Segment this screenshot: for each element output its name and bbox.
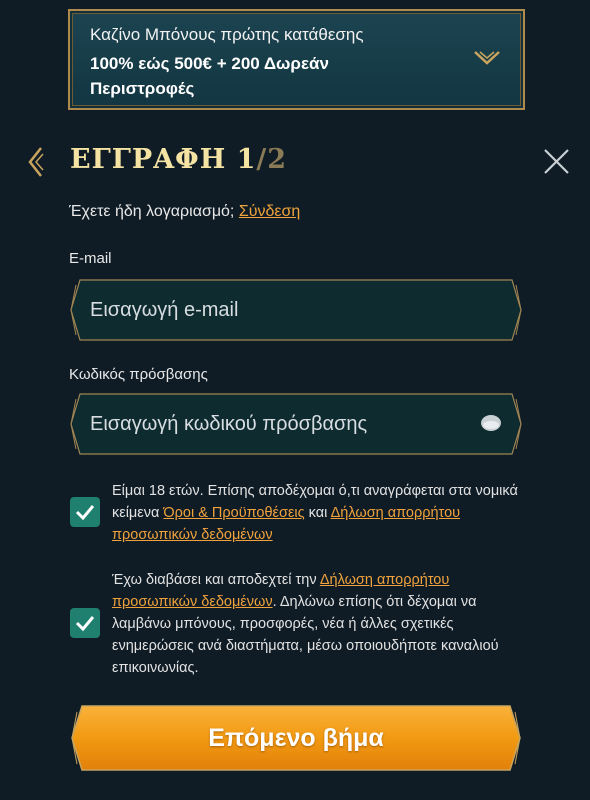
next-step-label: Επόμενο βήμα — [208, 724, 384, 752]
page-title-text: ΕΓΓΡΑΦΗ 1 — [70, 144, 257, 175]
terms-text: Είμαι 18 ετών. Επίσης αποδέχομαι ό,τι αν… — [112, 480, 522, 546]
bonus-title: Καζίνο Μπόνους πρώτης κατάθεσης — [90, 25, 364, 44]
email-label: E-mail — [69, 250, 112, 267]
bonus-banner[interactable]: Καζίνο Μπόνους πρώτης κατάθεσης 100% εώς… — [68, 9, 525, 110]
password-field-wrapper — [70, 393, 522, 455]
terms-link[interactable]: Όροι & Προϋποθέσεις — [163, 505, 304, 521]
terms-text-middle: και — [304, 505, 331, 521]
page-title: ΕΓΓΡΑΦΗ 1/2 — [70, 144, 287, 175]
eye-icon[interactable] — [480, 414, 502, 432]
chevron-down-icon[interactable] — [473, 49, 501, 67]
password-label: Κωδικός πρόσβασης — [69, 366, 208, 383]
check-icon — [75, 616, 95, 632]
marketing-text-before: Έχω διαβάσει και αποδεχτεί την — [112, 572, 320, 588]
email-field-wrapper — [70, 279, 522, 341]
login-prompt-text: Έχετε ήδη λογαριασμό; — [69, 203, 235, 220]
check-icon — [75, 505, 95, 521]
marketing-text: Έχω διαβάσει και αποδεχτεί την Δήλωση απ… — [112, 569, 522, 679]
step-total: /2 — [256, 144, 288, 175]
chevron-left-icon[interactable] — [26, 146, 46, 178]
close-icon[interactable] — [543, 148, 570, 175]
marketing-checkbox[interactable] — [70, 608, 100, 638]
next-step-button[interactable]: Επόμενο βήμα — [70, 704, 522, 772]
password-input[interactable] — [90, 393, 470, 455]
email-input[interactable] — [90, 279, 470, 341]
login-link[interactable]: Σύνδεση — [239, 203, 300, 220]
login-prompt: Έχετε ήδη λογαριασμό; Σύνδεση — [69, 203, 300, 221]
terms-checkbox[interactable] — [70, 497, 100, 527]
bonus-text: 100% εώς 500€ + 200 Δωρεάν Περιστροφές — [90, 54, 329, 98]
